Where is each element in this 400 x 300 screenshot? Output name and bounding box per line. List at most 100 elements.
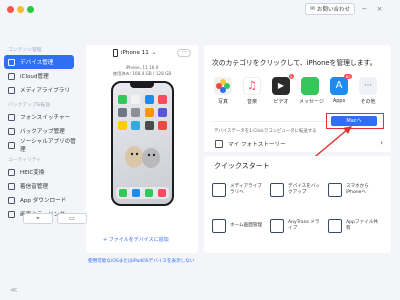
quickstart-phone-to-iphone[interactable]: スマホから iPhoneへ — [328, 178, 386, 202]
sidebar-item-phone-switcher[interactable]: フォンスイッチャー — [0, 110, 80, 124]
close-icon[interactable]: × — [374, 4, 385, 15]
sidebar-item-label: メディアライブラリ — [20, 88, 70, 94]
sidebar-item-label: 着信音管理 — [20, 184, 48, 190]
video-icon: ▶ 5 — [272, 74, 294, 95]
topbar-actions: ✉ お問い合わせ − × — [305, 3, 385, 15]
screen-mirror-icon — [8, 210, 15, 218]
sidebar-item-media-library[interactable]: メディアライブラリ — [0, 83, 80, 97]
sidebar-item-device-management[interactable]: デバイス管理 — [4, 55, 74, 69]
app-window: ✉ お問い合わせ − × コンテンツ管理 デバイス管理 iCloud管理 メディ… — [0, 0, 400, 300]
phone-notch — [130, 83, 154, 88]
sidebar-item-backup[interactable]: バックアップ管理 — [0, 124, 80, 138]
collapse-sidebar-icon[interactable]: ≪ — [10, 286, 17, 294]
app-store-icon — [8, 196, 15, 204]
close-window-button[interactable] — [7, 6, 14, 13]
quickstart-anytrans-drive[interactable]: AnyTrans ドライブ — [270, 214, 328, 238]
screenshot-button[interactable]: ⌖ — [23, 213, 53, 224]
more-options-button[interactable]: ··· — [177, 49, 191, 57]
app-store-icon: A 82 — [330, 74, 352, 95]
chevron-right-icon: › — [380, 139, 383, 147]
category-messages[interactable]: メッセージ — [299, 77, 324, 105]
screenshot-icon: ⌖ — [36, 215, 40, 222]
quickstart-backup[interactable]: デバイスをバックアップ — [270, 178, 328, 202]
category-panel: 次のカテゴリをクリックして、iPhoneを管理します。 写真 ♫ 音楽 ▶ 5 ビ… — [204, 45, 391, 149]
quickstart-grid: メディアライブラリへ デバイスをバックアップ スマホから iPhoneへ ホーム… — [212, 178, 386, 238]
device-storage: 使用済み: 108.4 GB / 128 GB — [112, 71, 172, 76]
mail-icon: ✉ — [310, 6, 315, 12]
category-label: 音楽 — [246, 99, 257, 105]
image-convert-icon — [8, 168, 15, 176]
sidebar-item-icloud[interactable]: iCloud管理 — [0, 69, 80, 83]
device-actions: ⌖ ▭ — [23, 213, 87, 224]
category-apps[interactable]: A 82 Apps — [328, 74, 352, 105]
sidebar-item-label: App ダウンロード — [20, 198, 67, 204]
quickstart-panel: クイックスタート メディアライブラリへ デバイスをバックアップ スマホから iP… — [204, 156, 391, 253]
inquiry-button[interactable]: ✉ お問い合わせ — [305, 3, 355, 15]
mirror-button[interactable]: ▭ — [57, 213, 87, 224]
photos-icon — [214, 77, 232, 95]
video-badge: 5 — [288, 74, 294, 79]
add-files-link[interactable]: + ファイルをデバイスに追加 — [103, 236, 169, 243]
sidebar-item-label: ソーシャルアプリの管理 — [20, 139, 76, 153]
iphone-icon — [113, 49, 118, 57]
quickstart-home-screen[interactable]: ホーム画面管理 — [212, 214, 270, 238]
quickstart-title: クイックスタート — [214, 162, 270, 170]
category-label: 写真 — [217, 99, 228, 105]
category-video[interactable]: ▶ 5 ビデオ — [270, 74, 294, 105]
drive-icon — [270, 219, 284, 233]
apps-badge: 82 — [344, 74, 352, 79]
quickstart-app-file-share[interactable]: Appファイル共有 — [328, 214, 386, 238]
quickstart-label: スマホから iPhoneへ — [346, 184, 369, 195]
device-name: iPhone 11 — [121, 50, 149, 56]
music-icon: ♫ — [243, 77, 261, 95]
inquiry-label: お問い合わせ — [316, 7, 350, 13]
minimize-icon[interactable]: − — [359, 4, 370, 15]
photo-story-bar[interactable]: マイ フォトストーリー › — [204, 136, 391, 152]
quickstart-label: AnyTrans ドライブ — [288, 220, 320, 231]
phone-switch-icon — [328, 183, 342, 197]
sidebar-item-heic[interactable]: HEIC変換 — [0, 165, 80, 179]
monitor-icon: ▭ — [69, 215, 75, 222]
switch-icon — [8, 113, 15, 121]
device-model: iPhone, 11 16.0 — [125, 65, 159, 70]
cloud-icon — [8, 72, 15, 80]
sidebar-item-label: フォンスイッチャー — [20, 115, 71, 121]
category-photos[interactable]: 写真 — [212, 77, 234, 105]
quickstart-label: デバイスをバックアップ — [288, 184, 321, 195]
photo-story-icon — [215, 140, 223, 148]
category-list: 写真 ♫ 音楽 ▶ 5 ビデオ メッセージ A 82 Apps ··· その他 — [212, 74, 379, 105]
category-music[interactable]: ♫ 音楽 — [241, 77, 263, 105]
home-screen-icons — [117, 95, 168, 130]
category-others[interactable]: ··· その他 — [357, 77, 379, 105]
more-icon: ··· — [359, 77, 377, 95]
sidebar-section-label: コンテンツ管理 — [8, 48, 42, 53]
backup-icon — [270, 183, 284, 197]
wallpaper-illustration — [125, 146, 160, 168]
sidebar: コンテンツ管理 デバイス管理 iCloud管理 メディアライブラリ バックアップ… — [0, 46, 80, 300]
window-controls — [7, 6, 34, 13]
hide-devices-link[interactable]: 使用可能なiOSまたはiPadOSデバイスを表示しない — [88, 258, 194, 264]
device-icon — [8, 58, 15, 66]
chevron-down-icon: ⌄ — [151, 50, 157, 56]
category-label: メッセージ — [299, 99, 324, 105]
sidebar-section-label: バックアップ&転送 — [8, 103, 51, 108]
sidebar-item-ringtone[interactable]: 着信音管理 — [0, 179, 80, 193]
sidebar-item-app-download[interactable]: App ダウンロード — [0, 193, 80, 207]
quickstart-label: メディアライブラリへ — [230, 184, 262, 195]
device-panel: iPhone 11 ⌄ ··· iPhone, 11 16.0 使用済み: 10… — [86, 45, 198, 253]
sidebar-section-label: ユーティリティ — [8, 158, 42, 163]
sidebar-item-social-apps[interactable]: ソーシャルアプリの管理 — [0, 138, 80, 153]
sidebar-item-label: デバイス管理 — [20, 60, 54, 66]
chat-icon — [8, 141, 15, 149]
backup-icon — [8, 127, 15, 135]
sidebar-item-label: バックアップ管理 — [20, 129, 65, 135]
quickstart-media-library[interactable]: メディアライブラリへ — [212, 178, 270, 202]
category-label: Apps — [332, 98, 346, 104]
category-title: 次のカテゴリをクリックして、iPhoneを管理します。 — [212, 59, 377, 67]
minimize-window-button[interactable] — [17, 6, 24, 13]
device-selector[interactable]: iPhone 11 ⌄ — [113, 49, 156, 57]
zoom-window-button[interactable] — [27, 6, 34, 13]
sidebar-item-label: HEIC変換 — [20, 170, 45, 176]
music-note-icon — [8, 86, 15, 94]
category-label: その他 — [360, 99, 376, 105]
